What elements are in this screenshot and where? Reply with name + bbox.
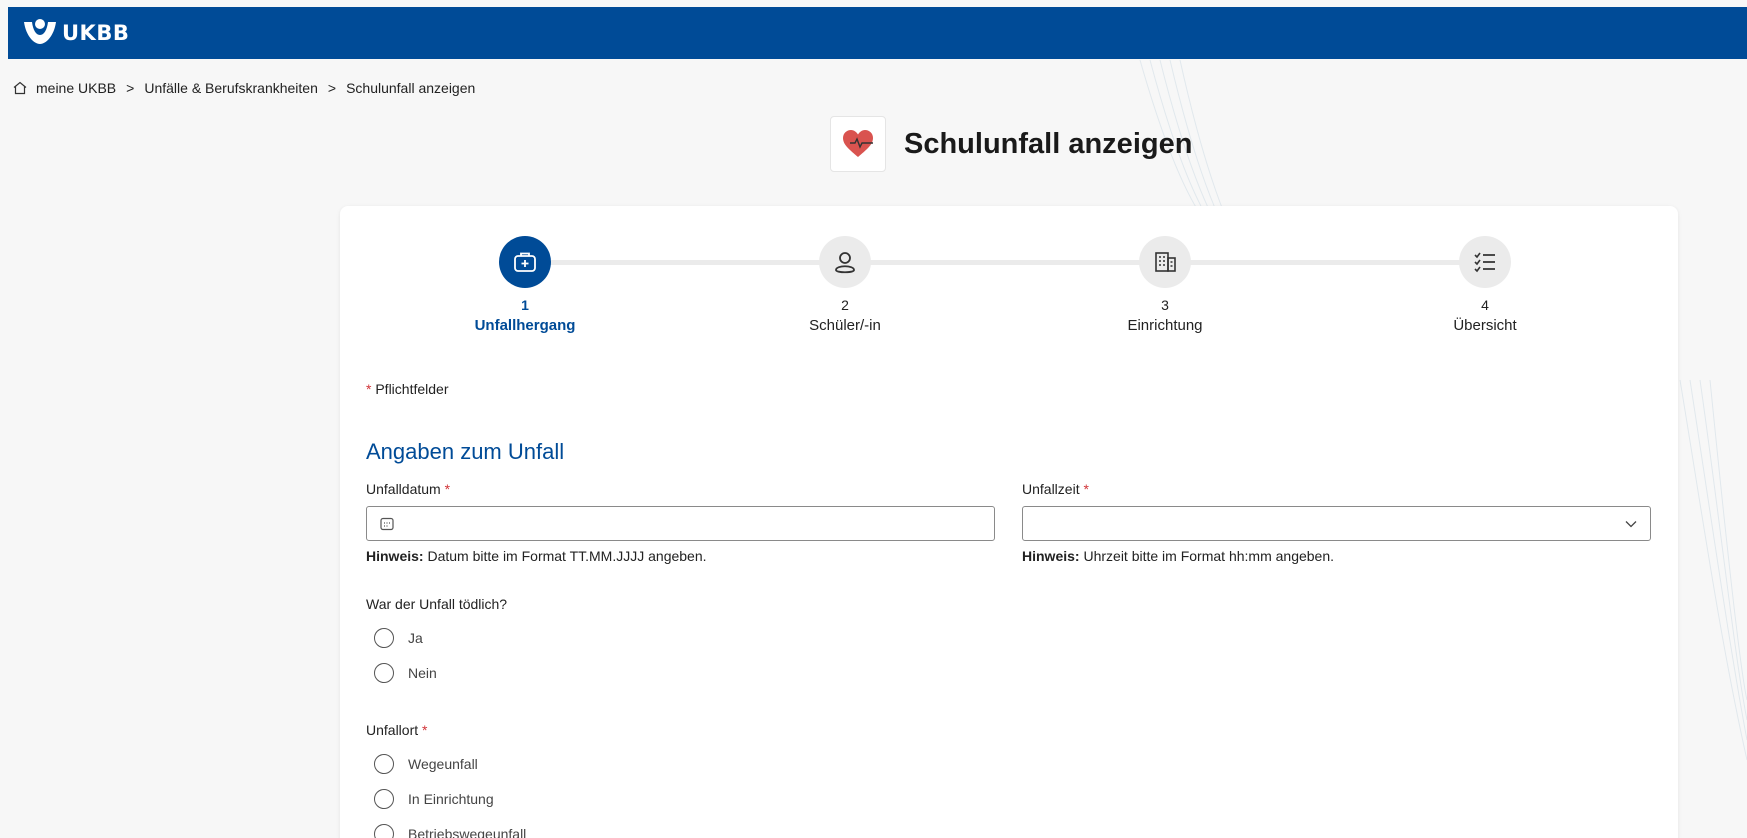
radio-option-wegeunfall[interactable]: Wegeunfall [374,754,478,774]
radio-button[interactable] [374,628,394,648]
radio-button[interactable] [374,824,394,838]
radio-button[interactable] [374,789,394,809]
fatal-question-label: War der Unfall tödlich? [366,596,508,612]
page-header: Schulunfall anzeigen [830,116,1192,172]
required-marker: * [1083,481,1089,497]
hint-label: Hinweis: [1022,548,1080,564]
date-field[interactable] [366,506,995,541]
step-label: Unfallhergang [474,317,576,334]
location-label-text: Unfallort [366,722,419,738]
radio-option-ja[interactable]: Ja [374,628,423,648]
date-field-label: Unfalldatum * [366,481,450,497]
breadcrumb-item-meine-ukbb[interactable]: meine UKBB [36,80,116,96]
home-icon [13,81,27,95]
required-marker: * [444,481,451,497]
step-label: Schüler/-in [809,317,881,334]
radio-label: Nein [408,665,437,681]
person-icon [819,236,871,288]
radio-label: In Einrichtung [408,791,494,807]
logo-text: UKBB [62,21,130,45]
time-label-text: Unfallzeit [1022,481,1080,497]
heart-pulse-icon [830,116,886,172]
medical-case-icon [499,236,551,288]
logo-mark-icon [24,19,56,44]
radio-button[interactable] [374,754,394,774]
stepper-track [525,260,1485,265]
required-marker: * [422,722,428,738]
step-schueler[interactable]: 2 Schüler/-in [755,236,935,334]
form-card: 1 Unfallhergang 2 Schüler/-in 3 Einricht… [340,206,1678,838]
ukbb-logo[interactable]: UKBB [22,18,129,48]
calendar-icon[interactable] [379,516,395,532]
chevron-down-icon[interactable] [1624,517,1638,531]
radio-button[interactable] [374,663,394,683]
breadcrumb-separator: > [126,80,135,96]
step-number: 4 [1481,297,1489,313]
hint-text: Uhrzeit bitte im Format hh:mm angeben. [1083,548,1335,564]
radio-option-betriebswegeunfall[interactable]: Betriebswegeunfall [374,824,526,838]
step-uebersicht[interactable]: 4 Übersicht [1395,236,1575,334]
radio-option-in-einrichtung[interactable]: In Einrichtung [374,789,494,809]
checklist-icon [1459,236,1511,288]
section-title: Angaben zum Unfall [366,439,565,464]
step-unfallhergang[interactable]: 1 Unfallhergang [435,236,615,334]
step-einrichtung[interactable]: 3 Einrichtung [1075,236,1255,334]
progress-stepper: 1 Unfallhergang 2 Schüler/-in 3 Einricht… [340,206,1678,346]
breadcrumb-separator: > [327,80,337,96]
date-hint: Hinweis: Datum bitte im Format TT.MM.JJJ… [366,548,707,564]
step-number: 2 [841,297,849,313]
breadcrumb-item-current: Schulunfall anzeigen [346,80,476,96]
required-marker: * [366,381,372,397]
location-question-label: Unfallort * [366,722,427,738]
step-number: 3 [1161,297,1169,313]
radio-label: Betriebswegeunfall [408,826,527,838]
top-navigation-bar: UKBB [8,7,1747,59]
step-label: Einrichtung [1127,317,1203,334]
time-field-label: Unfallzeit * [1022,481,1089,497]
breadcrumb-item-unfaelle[interactable]: Unfälle & Berufskrankheiten [144,80,318,96]
page-title: Schulunfall anzeigen [904,127,1193,160]
radio-label: Wegeunfall [408,756,478,772]
radio-label: Ja [408,630,423,646]
step-number: 1 [521,297,529,313]
date-input[interactable] [403,507,982,540]
breadcrumb: meine UKBB > Unfälle & Berufskrankheiten… [12,80,475,96]
required-fields-note: * Pflichtfelder [366,381,449,397]
hint-text: Datum bitte im Format TT.MM.JJJJ angeben… [427,548,707,564]
required-note-text: Pflichtfelder [375,381,449,397]
radio-option-nein[interactable]: Nein [374,663,437,683]
time-hint: Hinweis: Uhrzeit bitte im Format hh:mm a… [1022,548,1334,564]
date-label-text: Unfalldatum [366,481,441,497]
building-icon [1139,236,1191,288]
time-input[interactable] [1035,507,1624,540]
hint-label: Hinweis: [366,548,424,564]
time-select[interactable] [1022,506,1651,541]
step-label: Übersicht [1453,317,1517,334]
